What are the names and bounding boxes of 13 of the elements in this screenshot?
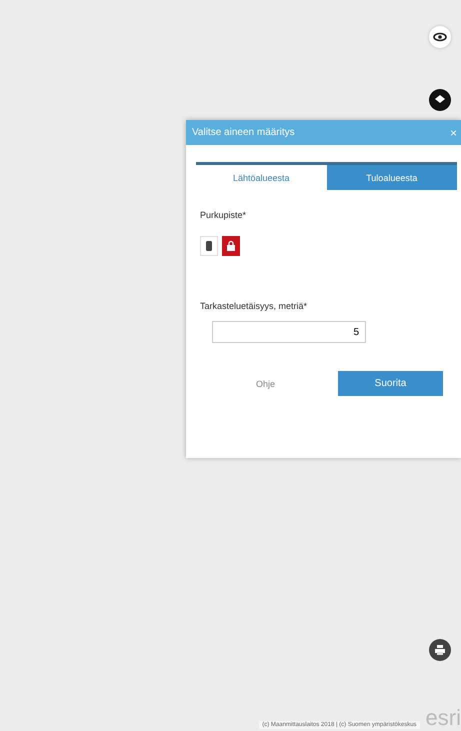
submit-button[interactable]: Suorita — [338, 371, 443, 396]
phone-icon[interactable] — [200, 236, 218, 256]
field-label: Tarkasteluetäisyys, metriä* — [200, 301, 308, 311]
lock-icon[interactable] — [222, 236, 240, 256]
dialog-title: Valitse aineen määritys — [192, 127, 295, 138]
distance-input[interactable]: 5 — [212, 321, 366, 343]
layers-icon[interactable] — [429, 89, 451, 111]
print-icon[interactable] — [429, 639, 451, 661]
close-button[interactable]: × — [448, 126, 459, 140]
eye-icon[interactable] — [429, 26, 451, 48]
tab[interactable]: Tuloalueesta — [326, 165, 457, 190]
help-link[interactable]: Ohje — [256, 378, 276, 388]
field-label: Purkupiste* — [200, 210, 246, 220]
